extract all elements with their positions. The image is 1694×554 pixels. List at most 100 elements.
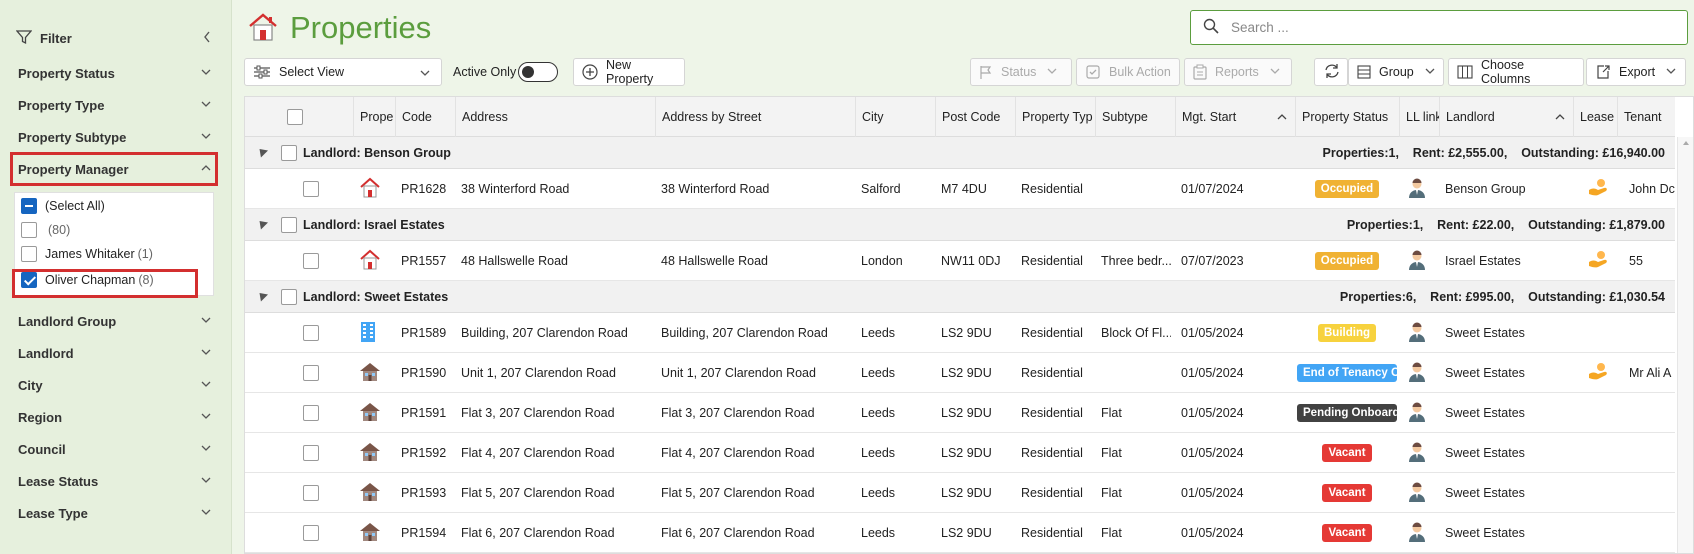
person-icon[interactable] bbox=[1408, 402, 1426, 425]
row-checkbox[interactable] bbox=[303, 485, 319, 501]
column-header-address-by-street[interactable]: Address by Street bbox=[655, 97, 855, 137]
filter-lease-type[interactable]: Lease Type bbox=[18, 502, 212, 524]
group-dropdown[interactable]: Group bbox=[1348, 58, 1444, 86]
column-header-lease[interactable]: Lease bbox=[1573, 97, 1617, 137]
choose-columns-button[interactable]: Choose Columns bbox=[1448, 58, 1584, 86]
group-checkbox[interactable] bbox=[281, 217, 297, 233]
row-select-cell[interactable] bbox=[303, 513, 327, 553]
column-header-post-code[interactable]: Post Code bbox=[935, 97, 1015, 137]
row-checkbox[interactable] bbox=[303, 365, 319, 381]
column-header-landlord[interactable]: Landlord bbox=[1439, 97, 1573, 137]
table-row[interactable]: PR1589 Building, 207 Clarendon Road Buildi… bbox=[245, 313, 1675, 353]
filter-property-manager[interactable]: Property Manager bbox=[18, 158, 212, 180]
expand-triangle-icon[interactable] bbox=[255, 145, 269, 158]
expand-triangle-icon[interactable] bbox=[255, 217, 269, 230]
lease-cell[interactable] bbox=[1587, 241, 1613, 281]
table-row[interactable]: PR1590 Unit 1, 207 Clarendon Road Unit 1, … bbox=[245, 353, 1675, 393]
filter-property-status[interactable]: Property Status bbox=[18, 62, 212, 84]
ll-link-cell[interactable] bbox=[1408, 241, 1432, 281]
column-header-tenant[interactable]: Tenant bbox=[1617, 97, 1675, 137]
person-icon[interactable] bbox=[1408, 482, 1426, 505]
person-icon[interactable] bbox=[1408, 250, 1426, 273]
active-only-toggle[interactable] bbox=[518, 62, 558, 82]
row-checkbox[interactable] bbox=[303, 181, 319, 197]
ll-link-cell[interactable] bbox=[1408, 433, 1432, 473]
checkbox-indeterminate[interactable] bbox=[21, 198, 37, 214]
select-all-rows[interactable] bbox=[245, 97, 353, 137]
filter-lease-status[interactable]: Lease Status bbox=[18, 470, 212, 492]
filter-council[interactable]: Council bbox=[18, 438, 212, 460]
row-select-cell[interactable] bbox=[303, 353, 327, 393]
lease-hand-icon[interactable] bbox=[1587, 178, 1609, 201]
table-row[interactable]: PR1593 Flat 5, 207 Clarendon Road Flat 5, … bbox=[245, 473, 1675, 513]
select-view-dropdown[interactable]: Select View bbox=[244, 58, 442, 86]
row-select-cell[interactable] bbox=[303, 313, 327, 353]
table-row[interactable]: PR1628 38 Winterford Road 38 Winterford Ro… bbox=[245, 169, 1675, 209]
person-icon[interactable] bbox=[1408, 178, 1426, 201]
lease-hand-icon[interactable] bbox=[1587, 362, 1609, 385]
row-select-cell[interactable] bbox=[303, 433, 327, 473]
option-select-all[interactable]: (Select All) bbox=[21, 196, 105, 216]
filter-landlord-group[interactable]: Landlord Group bbox=[18, 310, 212, 332]
person-icon[interactable] bbox=[1408, 322, 1426, 345]
checkbox[interactable] bbox=[21, 222, 37, 238]
table-row[interactable]: PR1557 48 Hallswelle Road 48 Hallswelle Ro… bbox=[245, 241, 1675, 281]
header-checkbox[interactable] bbox=[287, 109, 303, 125]
ll-link-cell[interactable] bbox=[1408, 513, 1432, 553]
ll-link-cell[interactable] bbox=[1408, 353, 1432, 393]
filter-region[interactable]: Region bbox=[18, 406, 212, 428]
ll-link-cell[interactable] bbox=[1408, 313, 1432, 353]
search-input[interactable] bbox=[1231, 20, 1651, 35]
column-header-subtype[interactable]: Subtype bbox=[1095, 97, 1175, 137]
column-header-city[interactable]: City bbox=[855, 97, 935, 137]
column-header-ll-link[interactable]: LL link bbox=[1399, 97, 1439, 137]
status-dropdown[interactable]: Status bbox=[970, 58, 1072, 86]
row-select-cell[interactable] bbox=[303, 393, 327, 433]
row-select-cell[interactable] bbox=[303, 473, 327, 513]
lease-cell[interactable] bbox=[1587, 169, 1613, 209]
filter-header[interactable]: Filter bbox=[15, 28, 212, 48]
row-checkbox[interactable] bbox=[303, 405, 319, 421]
person-icon[interactable] bbox=[1408, 522, 1426, 545]
group-row[interactable]: Landlord: Israel Estates Properties:1, Re… bbox=[245, 209, 1675, 241]
lease-hand-icon[interactable] bbox=[1587, 250, 1609, 273]
row-checkbox[interactable] bbox=[303, 525, 319, 541]
column-header-mgt-start[interactable]: Mgt. Start bbox=[1175, 97, 1295, 137]
option-blank[interactable]: (80) bbox=[21, 220, 70, 240]
ll-link-cell[interactable] bbox=[1408, 169, 1432, 209]
ll-link-cell[interactable] bbox=[1408, 473, 1432, 513]
group-row[interactable]: Landlord: Benson Group Properties:1, Rent… bbox=[245, 137, 1675, 169]
filter-property-type[interactable]: Property Type bbox=[18, 94, 212, 116]
person-icon[interactable] bbox=[1408, 362, 1426, 385]
row-select-cell[interactable] bbox=[303, 169, 327, 209]
group-checkbox[interactable] bbox=[281, 145, 297, 161]
table-row[interactable]: PR1594 Flat 6, 207 Clarendon Road Flat 6, … bbox=[245, 513, 1675, 553]
person-icon[interactable] bbox=[1408, 442, 1426, 465]
collapse-sidebar-icon[interactable] bbox=[202, 30, 212, 47]
row-checkbox[interactable] bbox=[303, 253, 319, 269]
column-header-prope[interactable]: Prope bbox=[353, 97, 395, 137]
lease-cell[interactable] bbox=[1587, 353, 1613, 393]
export-dropdown[interactable]: Export bbox=[1586, 58, 1686, 86]
bulk-action-button[interactable]: Bulk Action bbox=[1076, 58, 1180, 86]
group-checkbox[interactable] bbox=[281, 289, 297, 305]
filter-property-subtype[interactable]: Property Subtype bbox=[18, 126, 212, 148]
column-header-property-status[interactable]: Property Status bbox=[1295, 97, 1399, 137]
expand-triangle-icon[interactable] bbox=[255, 289, 269, 302]
search-box[interactable] bbox=[1190, 10, 1688, 45]
new-property-button[interactable]: New Property bbox=[573, 58, 685, 86]
table-row[interactable]: PR1591 Flat 3, 207 Clarendon Road Flat 3, … bbox=[245, 393, 1675, 433]
filter-landlord[interactable]: Landlord bbox=[18, 342, 212, 364]
ll-link-cell[interactable] bbox=[1408, 393, 1432, 433]
group-row[interactable]: Landlord: Sweet Estates Properties:6, Ren… bbox=[245, 281, 1675, 313]
checkbox[interactable] bbox=[21, 246, 37, 262]
vertical-scrollbar[interactable] bbox=[1677, 137, 1693, 553]
row-select-cell[interactable] bbox=[303, 241, 327, 281]
reports-dropdown[interactable]: Reports bbox=[1184, 58, 1292, 86]
column-header-property-type[interactable]: Property Typ bbox=[1015, 97, 1095, 137]
row-checkbox[interactable] bbox=[303, 445, 319, 461]
refresh-button[interactable] bbox=[1314, 58, 1348, 86]
option-james-whitaker[interactable]: James Whitaker (1) bbox=[21, 244, 153, 264]
row-checkbox[interactable] bbox=[303, 325, 319, 341]
column-header-code[interactable]: Code bbox=[395, 97, 455, 137]
